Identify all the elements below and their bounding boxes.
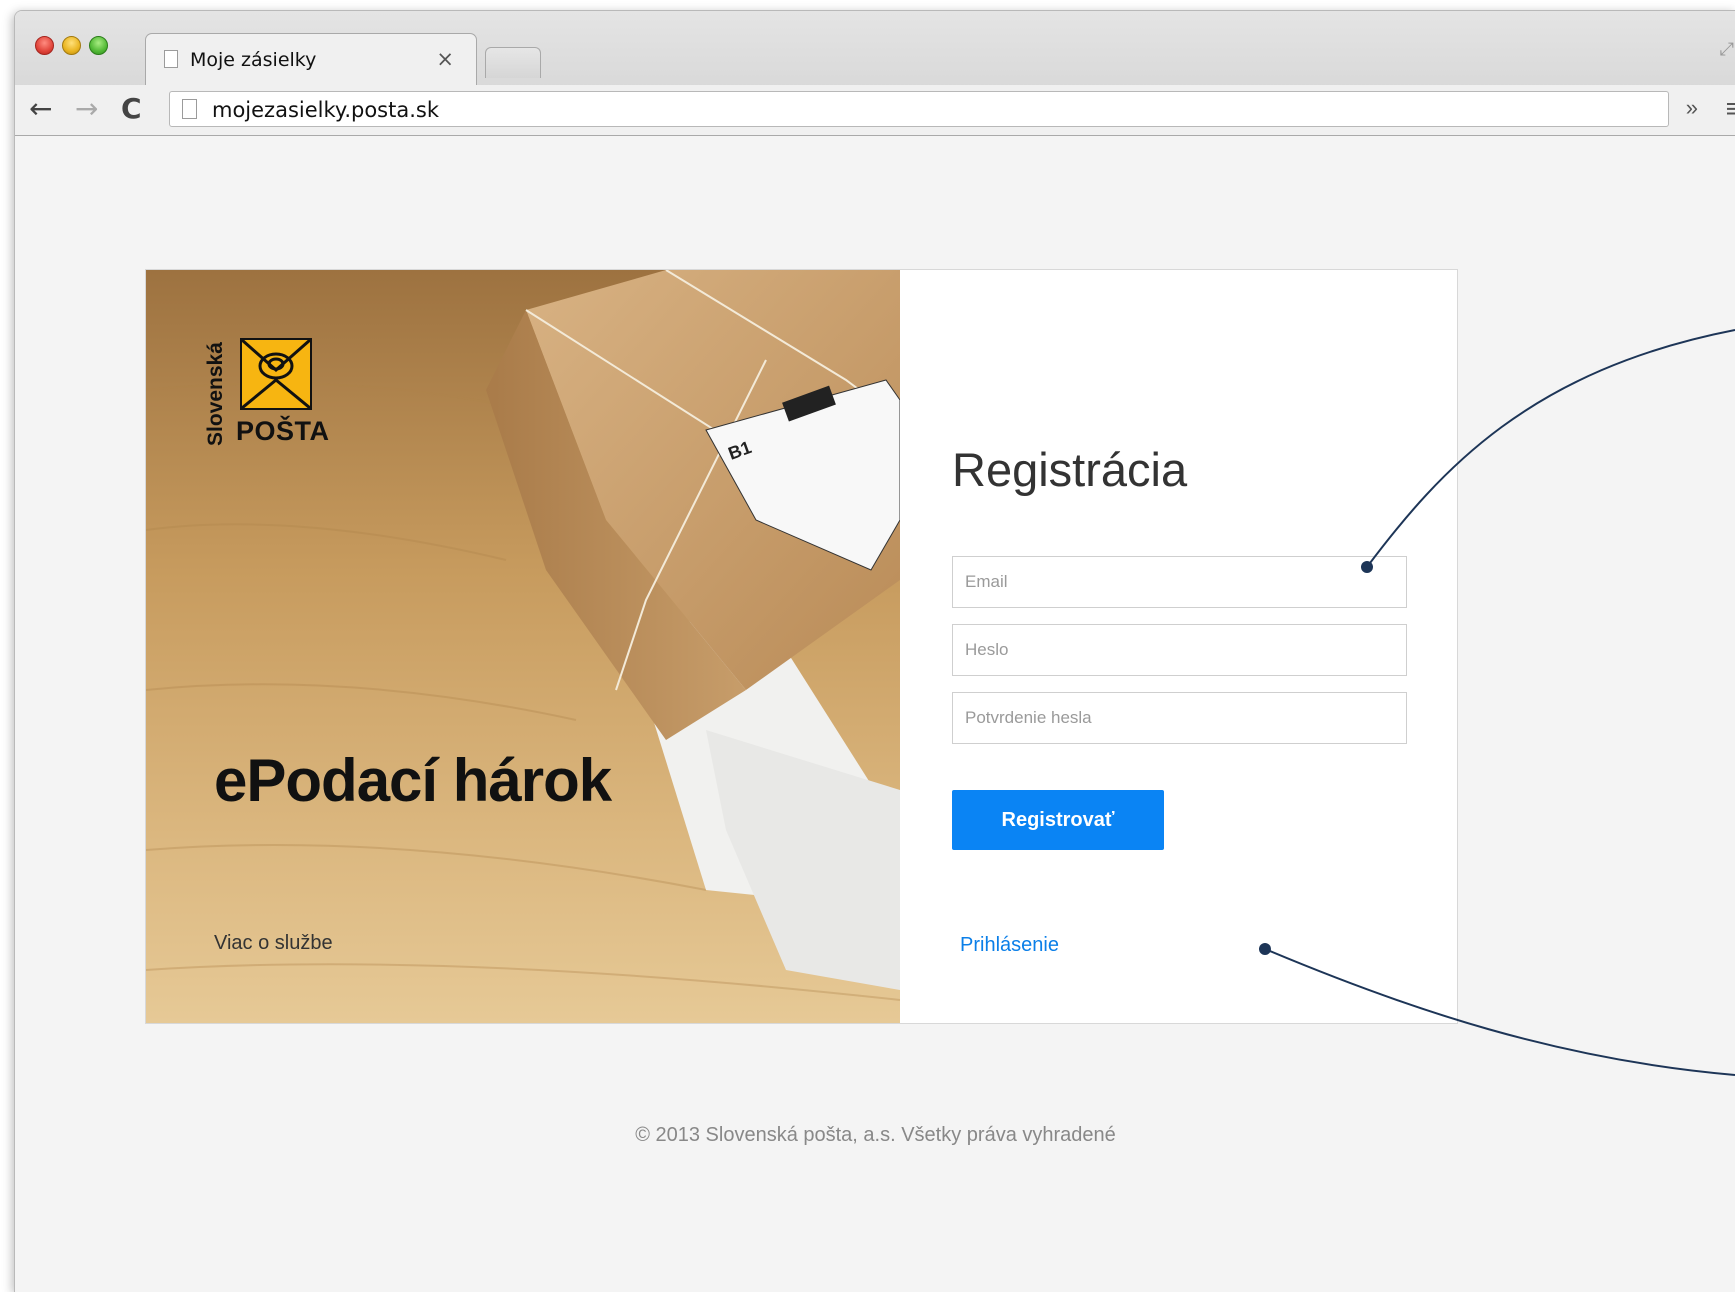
browser-window: Moje zásielky × ⤢ ← → C mojezasielky.pos…: [14, 10, 1735, 1292]
reload-icon[interactable]: C: [121, 93, 142, 125]
email-field[interactable]: [952, 556, 1407, 608]
fullscreen-icon[interactable]: ⤢: [1720, 39, 1734, 60]
register-button[interactable]: Registrovať: [952, 790, 1164, 850]
registration-card: B1 Slovenská POŠTA ePodací hárok Viac o …: [145, 269, 1458, 1024]
login-link[interactable]: Prihlásenie: [960, 934, 1059, 957]
url-text[interactable]: mojezasielky.posta.sk: [212, 98, 439, 122]
logo-text-horizontal: POŠTA: [236, 416, 330, 446]
minimize-window-button[interactable]: [62, 36, 81, 55]
page-icon: [164, 50, 178, 68]
footer-copyright: © 2013 Slovenská pošta, a.s. Všetky práv…: [635, 1124, 1116, 1146]
page-icon: [182, 99, 197, 119]
extensions-chevron-icon[interactable]: »: [1686, 95, 1698, 121]
form-title: Registrácia: [952, 443, 1188, 496]
more-about-service-link[interactable]: Viac o službe: [214, 932, 333, 955]
registration-form: Registrácia Registrovať Prihlásenie: [900, 270, 1457, 1023]
password-field[interactable]: [952, 624, 1407, 676]
tab-active[interactable]: Moje zásielky ×: [145, 33, 477, 86]
close-tab-icon[interactable]: ×: [436, 47, 454, 71]
hero-title: ePodací hárok: [214, 747, 612, 814]
slovenska-posta-logo: Slovenská POŠTA: [204, 338, 344, 448]
post-horn-icon: [240, 338, 312, 410]
browser-toolbar: ← → C mojezasielky.posta.sk » ≡: [15, 85, 1735, 135]
zoom-window-button[interactable]: [89, 36, 108, 55]
close-window-button[interactable]: [35, 36, 54, 55]
hero-panel: B1 Slovenská POŠTA ePodací hárok Viac o …: [146, 270, 900, 1023]
confirm-password-field[interactable]: [952, 692, 1407, 744]
logo-text-vertical: Slovenská: [204, 342, 227, 446]
new-tab-button[interactable]: [485, 47, 541, 78]
back-arrow-icon[interactable]: ←: [29, 93, 52, 125]
forward-arrow-icon[interactable]: →: [75, 93, 98, 125]
tab-title: Moje zásielky: [190, 49, 317, 71]
browser-chrome: Moje zásielky × ⤢ ← → C mojezasielky.pos…: [15, 11, 1735, 136]
address-bar[interactable]: mojezasielky.posta.sk: [169, 91, 1669, 127]
menu-icon[interactable]: ≡: [1726, 93, 1735, 125]
